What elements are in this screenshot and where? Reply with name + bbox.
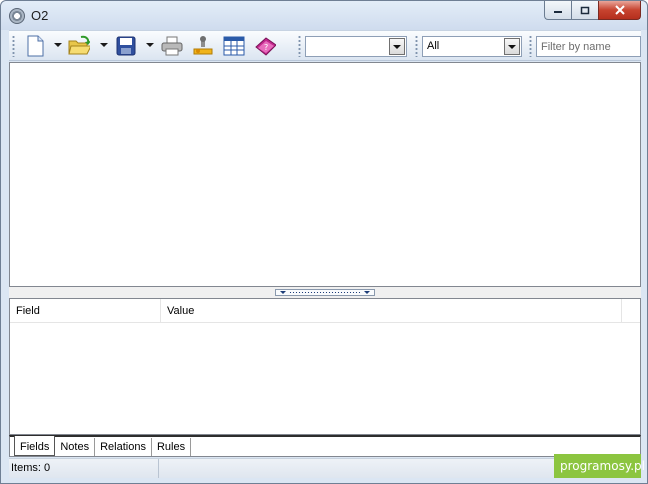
- close-button[interactable]: [598, 1, 641, 20]
- help-book-icon[interactable]: ?: [254, 35, 276, 57]
- open-folder-icon[interactable]: [68, 35, 90, 57]
- chevron-down-icon[interactable]: [504, 38, 520, 55]
- type-combo[interactable]: [305, 36, 407, 57]
- items-list[interactable]: [9, 62, 641, 287]
- column-header-value[interactable]: Value: [161, 299, 622, 323]
- save-dropdown-arrow-icon[interactable]: [146, 43, 154, 47]
- minimize-icon: [554, 11, 562, 13]
- app-window: O2 ? All Filter by name Field Value Fiel…: [0, 0, 648, 484]
- tools-joystick-icon[interactable]: [192, 35, 214, 57]
- status-bar: Items: 0: [9, 458, 641, 478]
- splitter-dots: [289, 292, 361, 293]
- open-dropdown-arrow-icon[interactable]: [100, 43, 108, 47]
- app-gear-icon[interactable]: [9, 8, 25, 24]
- toolbar-grip[interactable]: [529, 35, 532, 57]
- title-bar[interactable]: O2: [1, 1, 647, 30]
- watermark-logo: programosy.pl: [554, 454, 645, 478]
- tab-fields[interactable]: Fields: [14, 436, 56, 456]
- splitter-handle[interactable]: [275, 289, 375, 296]
- category-combo[interactable]: All: [422, 36, 522, 57]
- table-view-icon[interactable]: [223, 35, 245, 57]
- tab-relations[interactable]: Relations: [95, 438, 152, 456]
- minimize-button[interactable]: [544, 1, 571, 20]
- tab-rules[interactable]: Rules: [152, 438, 192, 456]
- save-disk-icon[interactable]: [115, 35, 137, 57]
- new-dropdown-arrow-icon[interactable]: [54, 43, 62, 47]
- window-title: O2: [31, 8, 49, 23]
- print-icon[interactable]: [161, 35, 183, 57]
- category-combo-value: All: [427, 40, 440, 52]
- maximize-icon: [580, 6, 590, 14]
- toolbar-grip[interactable]: [12, 35, 15, 57]
- tab-notes[interactable]: Notes: [55, 438, 96, 456]
- triangle-down-icon: [280, 291, 286, 294]
- main-toolbar: ? All: [9, 30, 641, 61]
- details-grid[interactable]: Field Value: [9, 298, 641, 435]
- new-document-icon[interactable]: [24, 35, 46, 57]
- column-header-filler: [622, 299, 640, 323]
- items-count: Items: 0: [9, 459, 159, 478]
- svg-text:?: ?: [264, 43, 268, 52]
- triangle-down-icon: [364, 291, 370, 294]
- caption-buttons: [544, 1, 641, 21]
- grid-header: Field Value: [10, 299, 640, 323]
- close-icon: [614, 5, 625, 15]
- toolbar-grip[interactable]: [298, 35, 301, 57]
- column-header-field[interactable]: Field: [10, 299, 161, 323]
- toolbar-grip[interactable]: [415, 35, 418, 57]
- maximize-button[interactable]: [571, 1, 598, 20]
- filter-input[interactable]: [536, 36, 641, 57]
- detail-tabs: Fields Notes Relations Rules: [9, 435, 641, 457]
- chevron-down-icon[interactable]: [389, 38, 405, 55]
- pane-splitter[interactable]: [9, 287, 641, 298]
